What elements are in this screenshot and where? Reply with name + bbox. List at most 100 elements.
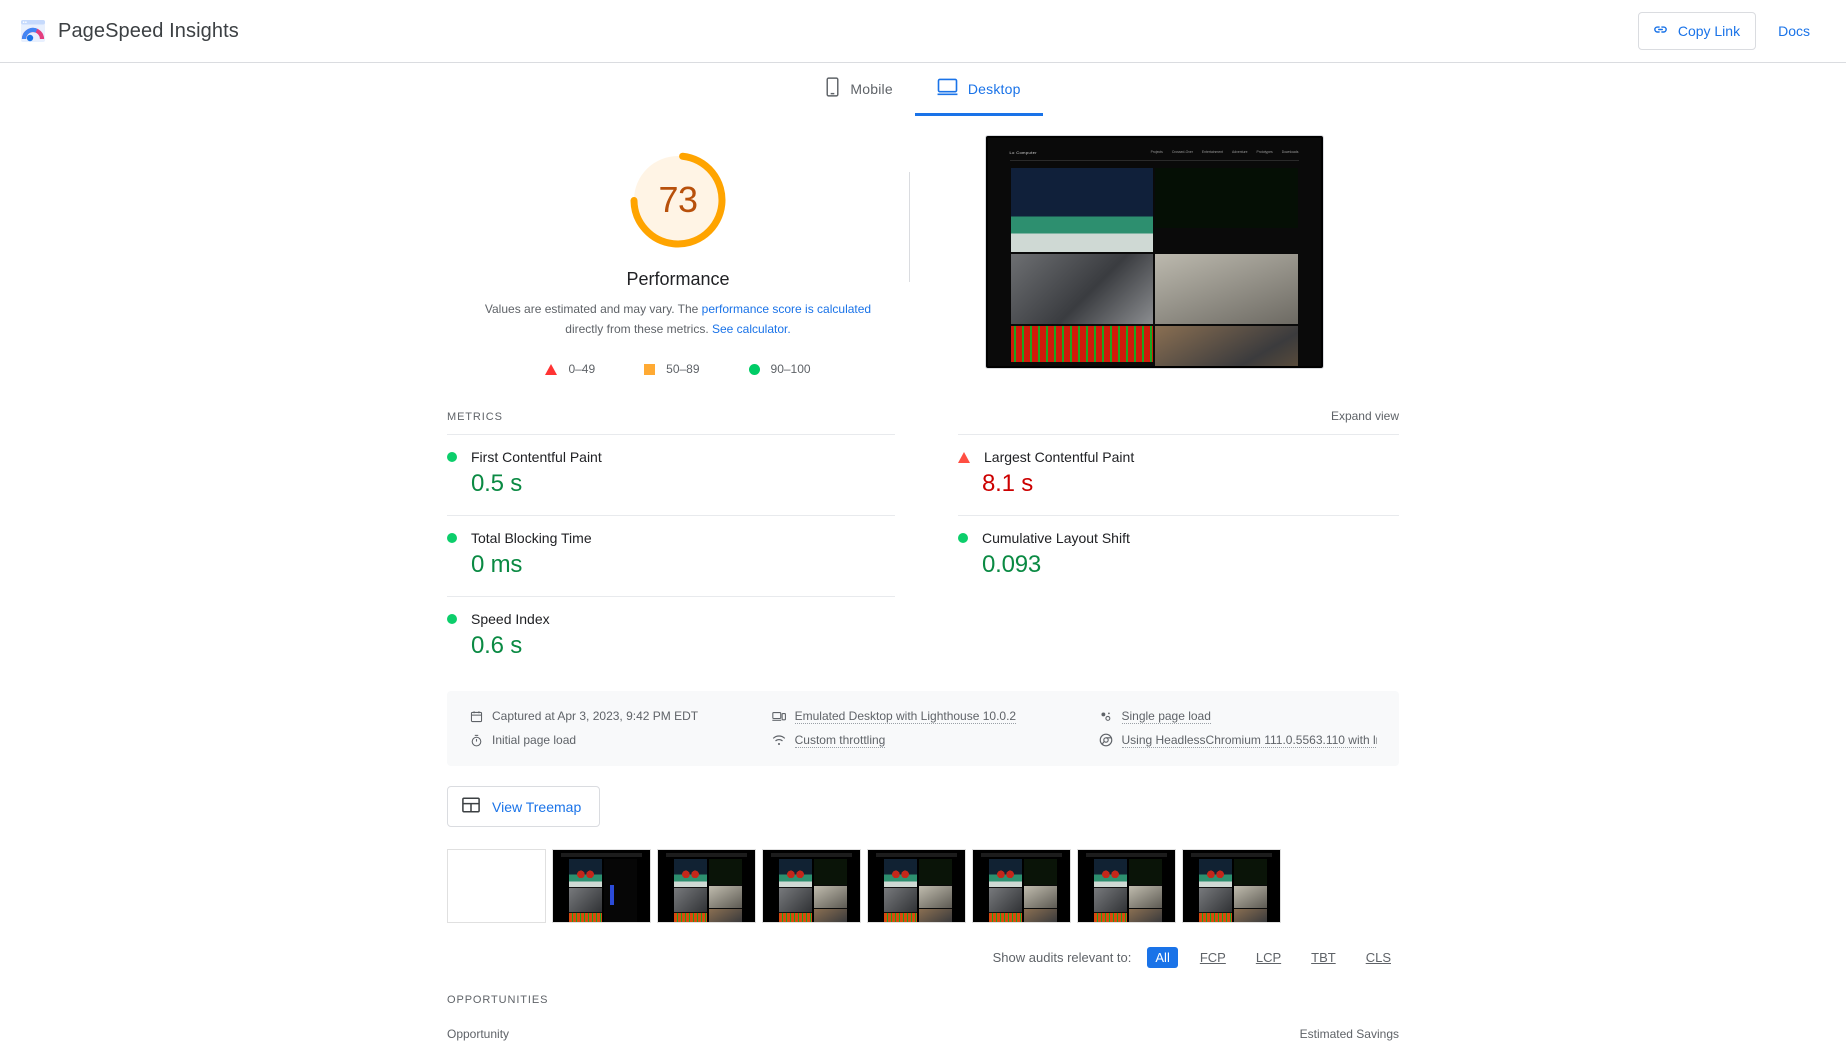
metrics-column-right: Largest Contentful Paint 8.1 s Cumulativ…	[923, 434, 1399, 677]
site-preview-grid	[1010, 168, 1298, 366]
filmstrip-thumb	[553, 850, 650, 922]
report-content: 73 Performance Values are estimated and …	[447, 117, 1399, 1041]
captured-at-row: Captured at Apr 3, 2023, 9:42 PM EDT	[469, 704, 772, 728]
site-nav-item: Downloads	[1281, 150, 1299, 154]
throttling-link[interactable]: Custom throttling	[794, 733, 886, 748]
legend-item-good: 90–100	[748, 362, 811, 376]
metric-largest-contentful-paint[interactable]: Largest Contentful Paint 8.1 s	[958, 434, 1399, 515]
status-good-icon	[447, 452, 457, 462]
opportunities-title: OPPORTUNITIES	[447, 994, 549, 1006]
opportunities-table-header: Opportunity Estimated Savings	[447, 1006, 1399, 1041]
legend-label-good: 90–100	[770, 362, 811, 376]
metric-cumulative-layout-shift[interactable]: Cumulative Layout Shift 0.093	[958, 515, 1399, 596]
metric-total-blocking-time[interactable]: Total Blocking Time 0 ms	[447, 515, 895, 596]
user-agent-row: Using HeadlessChromium 111.0.5563.110 wi…	[1099, 728, 1377, 752]
metric-speed-index[interactable]: Speed Index 0.6 s	[447, 596, 895, 677]
audit-filter-label: Show audits relevant to:	[992, 950, 1132, 965]
emulation-link[interactable]: Emulated Desktop with Lighthouse 10.0.2	[794, 709, 1017, 724]
legend-item-average: 50–89	[644, 362, 700, 376]
site-preview-links: Projects Crossed-Over Entertainment Adve…	[1151, 150, 1299, 154]
docs-link[interactable]: Docs	[1764, 15, 1824, 47]
stopwatch-icon	[469, 733, 483, 747]
site-nav-item: Projects	[1150, 150, 1163, 154]
column-header-opportunity: Opportunity	[447, 1027, 510, 1041]
filmstrip-thumb	[1078, 850, 1175, 922]
view-treemap-button[interactable]: View Treemap	[447, 786, 601, 827]
circle-icon	[748, 363, 760, 375]
tab-desktop[interactable]: Desktop	[914, 63, 1043, 116]
filter-chip-all[interactable]: All	[1147, 947, 1178, 968]
score-description-middle: directly from these metrics.	[565, 322, 712, 336]
filmstrip-frame[interactable]	[552, 849, 651, 923]
app-title: PageSpeed Insights	[58, 19, 239, 42]
column-header-savings: Estimated Savings	[1299, 1027, 1399, 1041]
metric-first-contentful-paint[interactable]: First Contentful Paint 0.5 s	[447, 434, 895, 515]
audit-filter-row: Show audits relevant to: All FCP LCP TBT…	[447, 923, 1399, 968]
see-calculator-link[interactable]: See calculator.	[712, 322, 791, 336]
calendar-icon	[469, 709, 483, 723]
filter-chip-fcp[interactable]: FCP	[1192, 947, 1234, 968]
filmstrip-thumb	[868, 850, 965, 922]
status-good-icon	[447, 614, 457, 624]
environment-column-3: Single page load Using HeadlessChromium …	[1099, 704, 1377, 752]
metric-label: First Contentful Paint	[471, 449, 602, 465]
network-icon	[772, 733, 786, 747]
page-load-label: Initial page load	[492, 733, 577, 747]
filmstrip-thumb	[658, 850, 755, 922]
filmstrip-frame[interactable]	[1077, 849, 1176, 923]
filmstrip-frame[interactable]	[972, 849, 1071, 923]
preview-tile-room	[1155, 326, 1298, 366]
preview-tile-terminal	[1155, 168, 1298, 228]
filmstrip-thumb	[1183, 850, 1280, 922]
metrics-title: METRICS	[447, 411, 503, 423]
site-preview-nav: Lo Computer Projects Crossed-Over Entert…	[1009, 144, 1299, 161]
link-icon	[1652, 21, 1669, 41]
filmstrip-frame[interactable]	[867, 849, 966, 923]
throttling-row: Custom throttling	[772, 728, 1099, 752]
site-nav-item: Entertainment	[1201, 150, 1224, 154]
preview-tile-game	[1010, 168, 1153, 252]
status-good-icon	[958, 533, 968, 543]
metrics-header: METRICS Expand view	[447, 376, 1399, 434]
emulation-row: Emulated Desktop with Lighthouse 10.0.2	[771, 704, 1099, 728]
final-screenshot: Lo Computer Projects Crossed-Over Entert…	[984, 135, 1324, 369]
metric-label: Speed Index	[471, 611, 550, 627]
tab-mobile[interactable]: Mobile	[803, 63, 914, 116]
single-page-load-link[interactable]: Single page load	[1121, 709, 1211, 724]
preview-tile-hardware	[1010, 254, 1153, 324]
filter-chip-tbt[interactable]: TBT	[1303, 947, 1344, 968]
metric-name-row: Total Blocking Time	[447, 530, 895, 546]
treemap-icon	[462, 797, 480, 816]
legend-label-poor: 0–49	[568, 362, 596, 376]
metrics-grid: First Contentful Paint 0.5 s Total Block…	[447, 434, 1399, 677]
filmstrip-frame[interactable]	[762, 849, 861, 923]
treemap-row: View Treemap	[447, 766, 1399, 827]
user-agent-link[interactable]: Using HeadlessChromium 111.0.5563.110 wi…	[1121, 733, 1377, 748]
filter-chip-lcp[interactable]: LCP	[1248, 947, 1289, 968]
square-icon	[644, 363, 656, 375]
filmstrip-frame[interactable]	[657, 849, 756, 923]
metric-name-row: First Contentful Paint	[447, 449, 895, 465]
pagespeed-logo-icon	[20, 18, 46, 44]
score-legend: 0–49 50–89 90–100	[447, 362, 909, 376]
triangle-icon	[545, 363, 558, 375]
metric-value: 0.5 s	[471, 470, 523, 497]
panel-divider	[909, 172, 910, 282]
site-nav-item: Prototypes	[1256, 150, 1273, 154]
filter-chip-cls[interactable]: CLS	[1358, 947, 1399, 968]
filmstrip-frame[interactable]	[447, 849, 546, 923]
expand-view-button[interactable]: Expand view	[1331, 409, 1399, 423]
single-page-load-row: Single page load	[1099, 704, 1377, 728]
performance-score: 73	[658, 179, 698, 220]
metric-value: 0.6 s	[471, 632, 523, 659]
gauge-wrap: 73	[447, 147, 909, 253]
performance-score-link[interactable]: performance score is calculated	[702, 302, 871, 316]
brand: PageSpeed Insights	[20, 18, 239, 44]
filmstrip-frame[interactable]	[1182, 849, 1281, 923]
environment-column-1: Captured at Apr 3, 2023, 9:42 PM EDT Ini…	[469, 704, 772, 752]
metrics-column-left: First Contentful Paint 0.5 s Total Block…	[447, 434, 923, 677]
desktop-icon	[937, 78, 958, 99]
tab-desktop-label: Desktop	[967, 80, 1021, 97]
copy-link-button[interactable]: Copy Link	[1637, 12, 1757, 50]
report-page: 73 Performance Values are estimated and …	[0, 117, 1846, 1041]
